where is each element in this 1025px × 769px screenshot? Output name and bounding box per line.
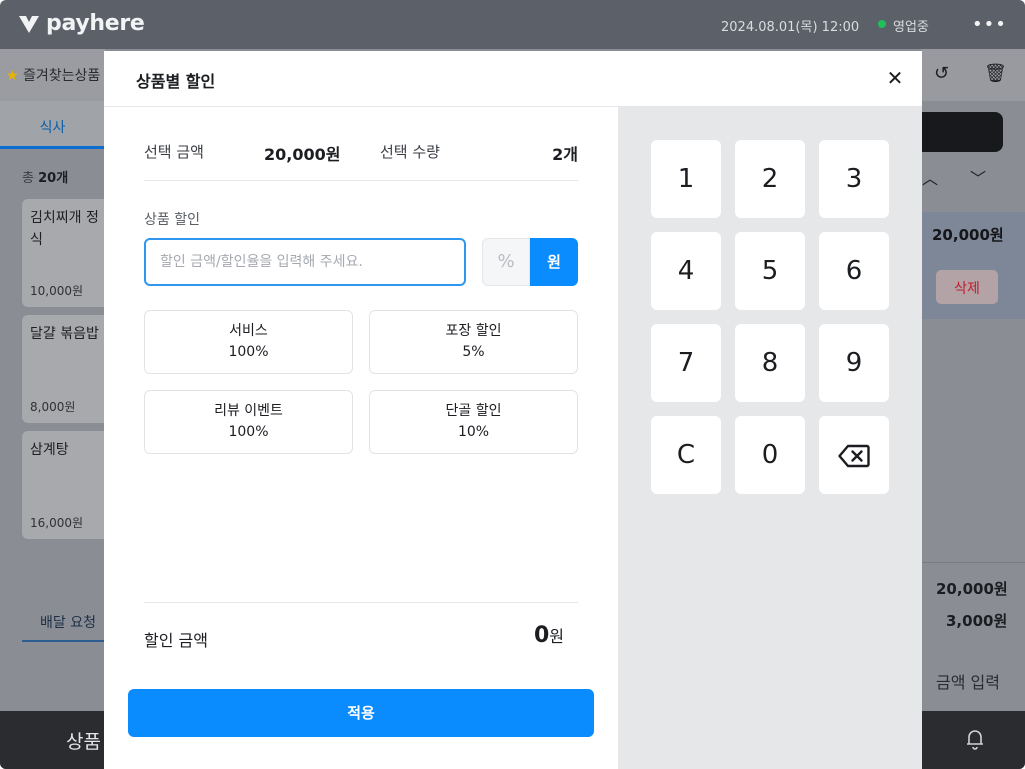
preset-name: 리뷰 이벤트 (214, 403, 283, 419)
menu-item-price: 8,000원 (30, 400, 76, 414)
discount-amount-value: 0원 (534, 623, 564, 648)
menu-item-name: 달걀 볶음밥 (30, 326, 99, 342)
trash-icon[interactable]: 🗑 (984, 63, 1007, 84)
order-row-price: 20,000원 (932, 226, 1004, 244)
preset-name: 단골 할인 (445, 403, 502, 419)
preset-discount-button[interactable]: 포장 할인 5% (369, 310, 578, 374)
menu-item-name: 김치찌개 정식 (30, 210, 99, 248)
bell-icon[interactable] (962, 726, 988, 752)
preset-discount-button[interactable]: 리뷰 이벤트 100% (144, 390, 353, 454)
summary-total: 20,000원 (936, 580, 1008, 598)
unit-won-toggle[interactable]: 원 (530, 238, 578, 286)
pos-screen: payhere 2024.08.01(목) 12:00 영업중 ••• ★ 즐겨… (0, 0, 1025, 769)
preset-value: 100% (228, 344, 269, 360)
total-count: 총 20개 (22, 167, 68, 186)
scroll-arrows: ︿ ﹀ (922, 165, 1025, 195)
unit-percent-toggle[interactable]: % (482, 238, 530, 286)
key-clear[interactable]: C (651, 416, 721, 494)
key-7[interactable]: 7 (651, 324, 721, 402)
order-field[interactable] (922, 112, 1003, 152)
selected-qty-value: 2개 (552, 145, 578, 164)
selected-amount-label: 선택 금액 (144, 143, 204, 161)
status-dot-icon (878, 20, 886, 28)
summary-sub: 3,000원 (946, 612, 1008, 630)
chevron-up-icon[interactable]: ︿ (922, 165, 938, 189)
favorites-tab[interactable]: ★ 즐겨찾는상품 (0, 49, 105, 101)
order-actions: ↺ 🗑 (922, 49, 1025, 101)
key-5[interactable]: 5 (735, 232, 805, 310)
selected-order-row[interactable]: 20,000원 삭제 (922, 212, 1025, 319)
key-backspace[interactable] (819, 416, 889, 494)
discount-section-label: 상품 할인 (144, 212, 200, 228)
menu-item-price: 16,000원 (30, 516, 84, 530)
preset-name: 포장 할인 (445, 323, 502, 339)
discount-amount-row: 할인 금액 0원 (144, 602, 578, 670)
close-icon[interactable]: ✕ (884, 67, 906, 89)
key-6[interactable]: 6 (819, 232, 889, 310)
key-0[interactable]: 0 (735, 416, 805, 494)
apply-button[interactable]: 적용 (128, 689, 594, 737)
bottom-bar-label: 상품 (66, 731, 101, 753)
total-label: 총 (22, 171, 34, 186)
menu-item-card[interactable]: 달걀 볶음밥 8,000원 (22, 315, 105, 423)
store-status: 영업중 (893, 20, 929, 35)
history-icon[interactable]: ↺ (934, 63, 949, 84)
preset-value: 100% (228, 424, 269, 440)
key-3[interactable]: 3 (819, 140, 889, 218)
product-discount-modal: 상품별 할인 ✕ 선택 금액 20,000원 선택 수량 2개 상품 할인 % … (104, 51, 922, 769)
top-bar: payhere 2024.08.01(목) 12:00 영업중 ••• (0, 0, 1025, 49)
delete-button[interactable]: 삭제 (936, 270, 998, 304)
amount-input-button[interactable]: 금액 입력 (936, 669, 1000, 693)
menu-item-card[interactable]: 김치찌개 정식 10,000원 (22, 199, 105, 307)
selected-amount-value: 20,000원 (264, 145, 341, 164)
datetime: 2024.08.01(목) 12:00 (721, 20, 860, 35)
key-4[interactable]: 4 (651, 232, 721, 310)
discount-amount-number: 0 (533, 623, 550, 648)
preset-discount-button[interactable]: 서비스 100% (144, 310, 353, 374)
chevron-down-icon[interactable]: ﹀ (970, 165, 986, 189)
menu-item-price: 10,000원 (30, 284, 84, 298)
menu-item-name: 삼계탕 (30, 442, 69, 458)
numeric-keypad: 1 2 3 4 5 6 7 8 9 C 0 (618, 107, 922, 769)
payhere-logo-icon (19, 15, 39, 33)
discount-amount-label: 할인 금액 (144, 631, 208, 650)
key-9[interactable]: 9 (819, 324, 889, 402)
more-icon[interactable]: ••• (972, 14, 1007, 35)
logo: payhere (18, 11, 145, 36)
preset-value: 5% (462, 344, 485, 360)
selection-info: 선택 금액 20,000원 선택 수량 2개 (144, 141, 578, 181)
preset-name: 서비스 (229, 323, 268, 339)
divider (922, 562, 1025, 563)
modal-title: 상품별 할인 (136, 72, 216, 91)
preset-discount-button[interactable]: 단골 할인 10% (369, 390, 578, 454)
key-2[interactable]: 2 (735, 140, 805, 218)
modal-header: 상품별 할인 ✕ (104, 51, 922, 107)
logo-text: payhere (46, 11, 145, 36)
key-1[interactable]: 1 (651, 140, 721, 218)
key-8[interactable]: 8 (735, 324, 805, 402)
favorites-label: 즐겨찾는상품 (23, 68, 101, 84)
discount-input[interactable] (144, 238, 466, 286)
selected-qty-label: 선택 수량 (380, 143, 440, 161)
menu-item-card[interactable]: 삼계탕 16,000원 (22, 431, 105, 539)
star-icon: ★ (6, 68, 19, 84)
preset-value: 10% (457, 424, 490, 440)
backspace-icon (838, 444, 870, 467)
delivery-request-tab[interactable]: 배달 요청 (22, 612, 105, 642)
total-count-value: 20개 (38, 171, 69, 186)
discount-amount-unit: 원 (549, 627, 564, 646)
category-tab-meal[interactable]: 식사 (0, 101, 105, 149)
